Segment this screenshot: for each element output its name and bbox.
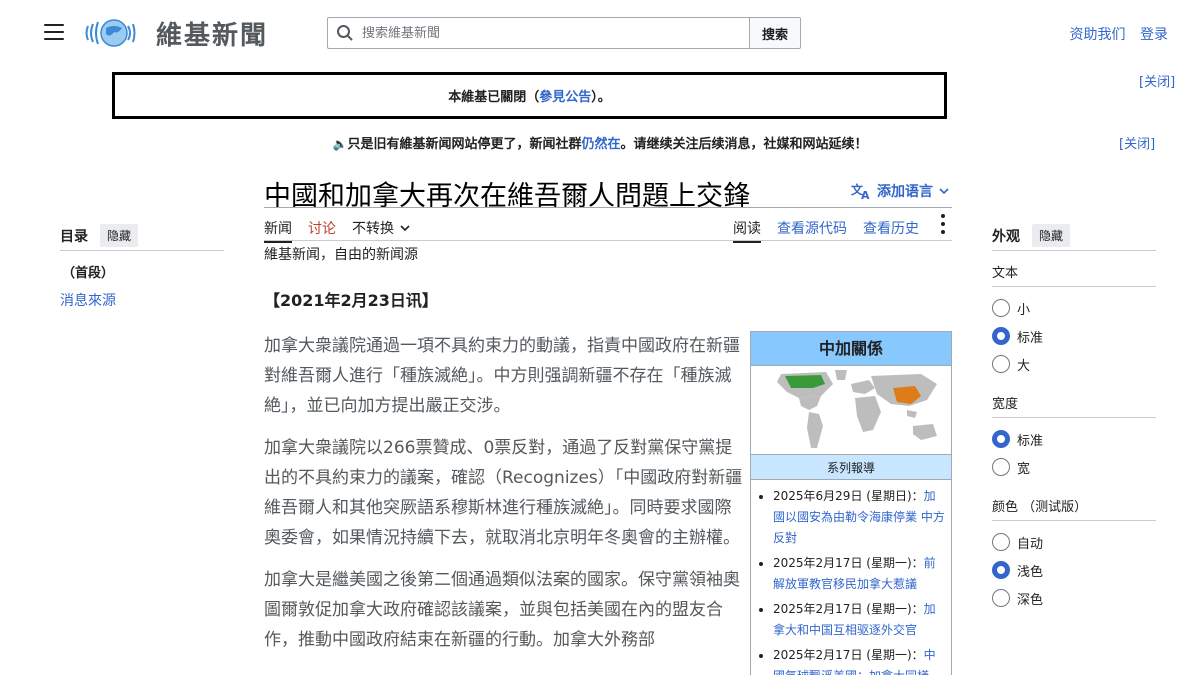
main-menu-button[interactable] xyxy=(44,24,64,42)
search-input[interactable] xyxy=(362,25,722,41)
site-wordmark[interactable]: 維基新聞 xyxy=(156,15,268,52)
tabs-divider xyxy=(264,240,952,241)
color-divider xyxy=(992,520,1156,521)
appearance-header: 外观 隐藏 xyxy=(992,224,1071,247)
text-size-divider xyxy=(992,286,1156,287)
infobox-title: 中加關係 xyxy=(751,332,951,366)
list-item: 2025年2月17日 (星期一)：中國氣球飄浮美國：加拿大同樣 xyxy=(773,645,947,675)
text-size-standard-radio[interactable]: 标准 xyxy=(992,326,1043,346)
width-label: 宽度 xyxy=(992,397,1019,412)
toc-hide-button[interactable]: 隐藏 xyxy=(100,224,139,247)
search-button[interactable]: 搜索 xyxy=(749,17,801,49)
wikinews-logo[interactable] xyxy=(84,16,136,50)
width-standard-radio[interactable]: 标准 xyxy=(992,429,1043,449)
world-map-image[interactable] xyxy=(751,366,951,454)
donate-link[interactable]: 资助我们 xyxy=(1070,27,1126,43)
tab-read[interactable]: 阅读 xyxy=(733,215,769,243)
toc-divider xyxy=(60,250,224,251)
notice2-prefix: 只是旧有維基新闻网站停更了，新闻社群 xyxy=(347,137,582,152)
kebab-icon xyxy=(941,214,945,218)
article-dateline: 【2021年2月23日讯】 xyxy=(264,291,438,310)
more-tools-button[interactable] xyxy=(939,212,947,236)
site-tagline: 維基新闻，自由的新闻源 xyxy=(264,247,418,263)
tab-article[interactable]: 新闻 xyxy=(264,215,300,243)
article-paragraph: 加拿大衆議院以266票贊成、0票反對，通過了反對黨保守黨提出的不具約束力的議案，… xyxy=(264,438,743,548)
color-auto-radio[interactable]: 自动 xyxy=(992,532,1043,552)
related-news-list: 2025年6月29日 (星期日)：加國以國安為由勒令海康停業 中方反對 2025… xyxy=(751,480,951,675)
notice-suffix: ）。 xyxy=(591,90,611,105)
wikinews-globe-icon xyxy=(85,19,136,47)
search-form: 搜索 xyxy=(327,17,801,49)
site-closed-notice: 本維基已關閉（ 參見公告）。 xyxy=(112,72,947,119)
variant-dropdown[interactable]: 不转换 xyxy=(352,215,419,241)
text-size-label: 文本 xyxy=(992,266,1019,281)
language-icon: 文 A xyxy=(851,182,870,200)
speaker-icon: 🔈 xyxy=(332,137,348,151)
toc-header: 目录 隐藏 xyxy=(60,224,139,247)
variant-label: 不转换 xyxy=(352,221,394,237)
chevron-down-icon xyxy=(400,225,410,232)
width-wide-radio[interactable]: 宽 xyxy=(992,457,1030,477)
add-languages-label: 添加语言 xyxy=(877,184,933,200)
menu-icon xyxy=(44,24,64,26)
appearance-title: 外观 xyxy=(992,228,1020,245)
map-canada-china-icon xyxy=(751,366,951,454)
community-notice: 🔈只是旧有維基新闻网站停更了，新闻社群仍然在。请继续关注后续消息，社媒和网站延续… xyxy=(0,133,1200,152)
article-paragraph: 加拿大是繼美國之後第二個通過類似法案的國家。保守黨領袖奧圖爾敦促加拿大政府確認該… xyxy=(264,570,740,650)
color-light-radio[interactable]: 浅色 xyxy=(992,560,1043,580)
text-size-large-radio[interactable]: 大 xyxy=(992,354,1030,374)
toc-title: 目录 xyxy=(60,228,88,245)
tab-view-source[interactable]: 查看源代码 xyxy=(777,215,855,241)
notice2-suffix: 。请继续关注后续消息，社媒和网站延续！ xyxy=(620,137,868,152)
community-link[interactable]: 仍然在 xyxy=(581,137,620,152)
infobox-subtitle: 系列報導 xyxy=(751,454,951,480)
announcement-link[interactable]: 參見公告 xyxy=(539,86,591,105)
search-field[interactable] xyxy=(327,17,749,49)
title-divider xyxy=(264,207,952,208)
user-links: 资助我们 登录 xyxy=(1060,24,1168,44)
close-notice-button[interactable]: [关闭] xyxy=(1139,71,1175,90)
width-divider xyxy=(992,417,1156,418)
appearance-hide-button[interactable]: 隐藏 xyxy=(1032,224,1071,247)
color-dark-radio[interactable]: 深色 xyxy=(992,588,1043,608)
related-news-infobox: 中加關係 系列報導 2025年6月29日 (星期日)：加國以國安為由勒令海康停業… xyxy=(750,331,952,675)
list-item: 2025年6月29日 (星期日)：加國以國安為由勒令海康停業 中方反對 xyxy=(773,486,947,549)
text-size-small-radio[interactable]: 小 xyxy=(992,298,1030,318)
search-icon xyxy=(337,25,353,41)
svg-text:A: A xyxy=(861,189,870,200)
list-item: 2025年2月17日 (星期一)：前解放軍教官移民加拿大惹議 xyxy=(773,553,947,595)
tab-talk[interactable]: 讨论 xyxy=(308,215,344,241)
tab-history[interactable]: 查看历史 xyxy=(863,215,927,241)
list-item: 2025年2月17日 (星期一)：加拿大和中国互相驱逐外交官 xyxy=(773,599,947,641)
view-tabs: 阅读 查看源代码 查看历史 xyxy=(733,215,935,243)
color-label: 颜色 （测试版） xyxy=(992,500,1088,515)
chevron-down-icon xyxy=(939,188,949,195)
toc-item-intro[interactable]: （首段） xyxy=(62,262,114,281)
notice-prefix: 本維基已關閉（ xyxy=(448,90,540,105)
add-languages-button[interactable]: 文 A 添加语言 xyxy=(851,181,949,201)
login-link[interactable]: 登录 xyxy=(1140,27,1168,43)
article-paragraph: 加拿大衆議院通過一項不具約束力的動議，指責中國政府在新疆對維吾爾人進行「種族滅絶… xyxy=(264,336,740,416)
close-community-notice-button[interactable]: [关闭] xyxy=(1119,133,1155,152)
namespace-tabs: 新闻 讨论 不转换 xyxy=(264,215,427,243)
article-body: 加拿大衆議院通過一項不具約束力的動議，指責中國政府在新疆對維吾爾人進行「種族滅絶… xyxy=(264,331,746,667)
appearance-divider xyxy=(992,250,1156,251)
toc-item-sources[interactable]: 消息來源 xyxy=(60,290,116,310)
